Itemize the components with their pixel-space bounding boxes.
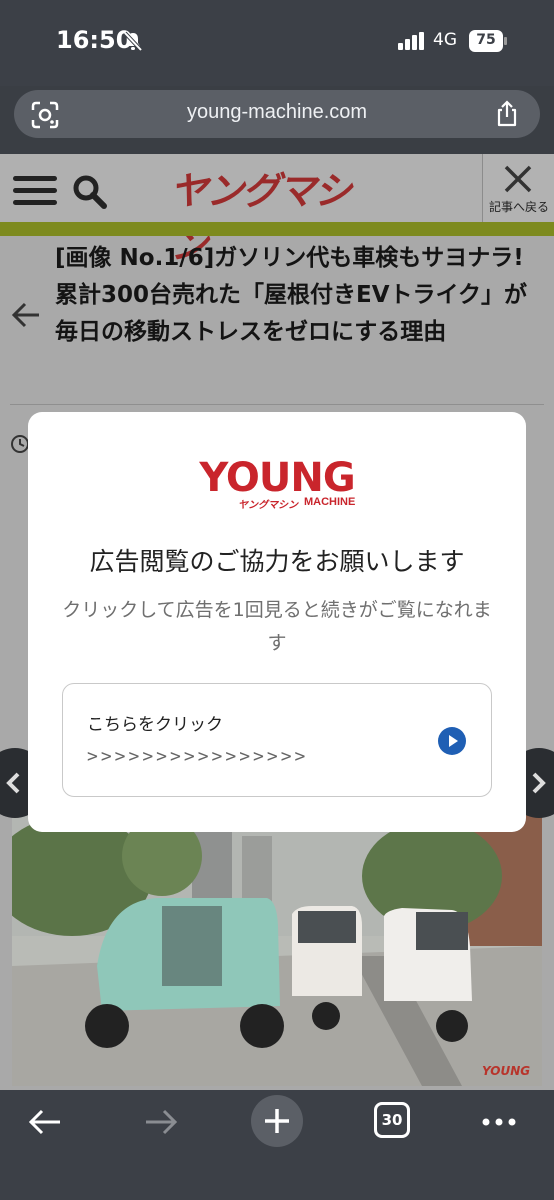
status-bar: 16:50 4G 75 young-machine.com xyxy=(0,0,554,138)
signal-icon xyxy=(398,32,424,50)
mute-bell-icon xyxy=(123,31,143,52)
back-arrow-icon[interactable] xyxy=(10,299,42,331)
clock-icon xyxy=(11,435,29,453)
click-here-arrows: >>>>>>>>>>>>>>>> xyxy=(87,746,309,767)
close-icon xyxy=(504,165,532,193)
play-icon xyxy=(438,727,466,755)
logo-sub-kana: ヤングマシン xyxy=(238,500,298,511)
hamburger-menu-icon[interactable] xyxy=(13,174,57,208)
click-here-label: こちらをクリック xyxy=(87,715,223,735)
battery-level: 75 xyxy=(476,32,496,48)
divider xyxy=(10,404,544,405)
network-type: 4G xyxy=(433,30,457,50)
site-header: ヤングマシン 記事へ戻る xyxy=(0,154,554,267)
click-here-button[interactable]: こちらをクリック >>>>>>>>>>>>>>>> xyxy=(62,683,492,797)
article-headline: [画像 No.1/6]ガソリン代も車検もサヨナラ! 累計300台売れた「屋根付き… xyxy=(55,245,528,345)
address-bar[interactable]: young-machine.com xyxy=(14,90,540,138)
tab-switcher-button[interactable]: 30 xyxy=(374,1102,410,1138)
site-logo[interactable]: ヤングマシン xyxy=(170,164,380,267)
more-options-icon[interactable] xyxy=(474,1097,524,1147)
url-text[interactable]: young-machine.com xyxy=(14,101,540,124)
photo-credit: YOUNG xyxy=(482,1064,531,1078)
search-icon[interactable] xyxy=(72,174,108,210)
logo-main-text: YOUNG xyxy=(199,455,355,501)
browser-toolbar: 30 xyxy=(0,1090,554,1200)
modal-description: クリックして広告を1回見ると続きがご覧になれます xyxy=(62,599,492,654)
back-icon[interactable] xyxy=(20,1097,70,1147)
status-time: 16:50 xyxy=(56,26,133,54)
back-to-article-label: 記事へ戻る xyxy=(488,200,549,214)
young-machine-logo: YOUNG ヤングマシン MACHINE xyxy=(182,458,372,514)
header-accent-strip xyxy=(0,222,554,236)
share-icon[interactable] xyxy=(492,99,522,129)
tab-count: 30 xyxy=(381,1111,403,1129)
new-tab-icon[interactable] xyxy=(250,1094,304,1148)
modal-title: 広告閲覧のご協力をお願いします xyxy=(89,547,465,576)
battery-icon: 75 xyxy=(469,30,509,52)
forward-icon[interactable] xyxy=(136,1097,186,1147)
logo-sub-en: MACHINE xyxy=(304,496,356,508)
ad-consent-modal: YOUNG ヤングマシン MACHINE 広告閲覧のご協力をお願いします クリッ… xyxy=(28,412,526,832)
back-to-article-button[interactable]: 記事へ戻る xyxy=(482,154,554,222)
